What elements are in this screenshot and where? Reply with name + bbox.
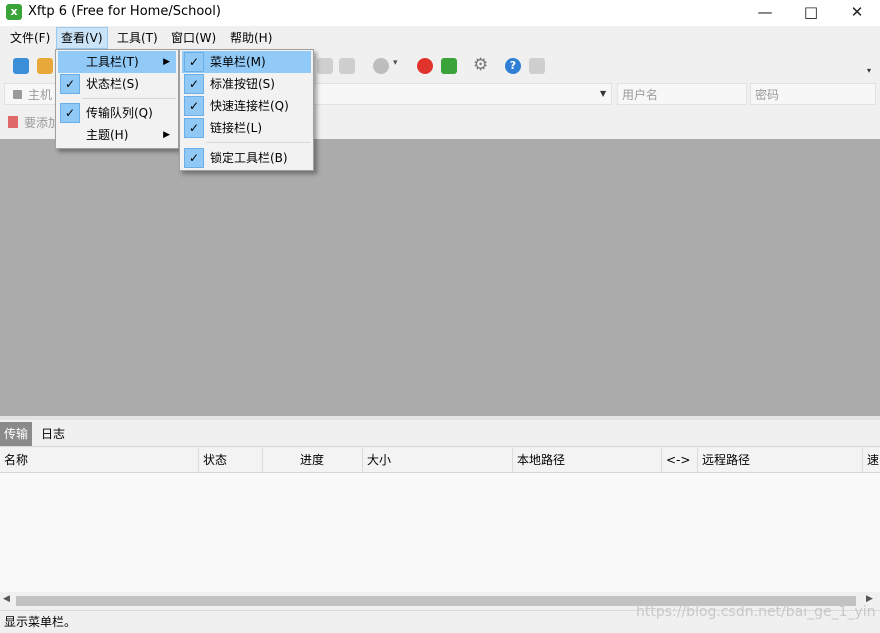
menu-window[interactable]: 窗口(W) xyxy=(167,28,220,48)
minimize-button[interactable]: — xyxy=(742,0,788,26)
maximize-button[interactable]: □ xyxy=(788,0,834,26)
toolbar-submenu-quick-connect[interactable]: ✓ 快速连接栏(Q) xyxy=(182,95,311,117)
column-progress[interactable]: 进度 xyxy=(263,448,363,472)
checkmark-icon: ✓ xyxy=(184,52,204,72)
toolbar-submenu-quick-connect-label: 快速连接栏(Q) xyxy=(210,99,289,113)
username-field[interactable]: 用户名 xyxy=(617,83,747,105)
submenu-arrow-icon: ▶ xyxy=(163,57,170,67)
toolbar-submenu-menubar-label: 菜单栏(M) xyxy=(210,55,266,69)
menu-separator xyxy=(82,98,176,99)
view-menu-dropdown: 工具栏(T) ▶ ✓ 状态栏(S) ✓ 传输队列(Q) 主题(H) ▶ xyxy=(55,49,179,149)
paste-icon[interactable] xyxy=(339,58,355,74)
status-text: 显示菜单栏。 xyxy=(4,615,77,629)
view-menu-theme[interactable]: 主题(H) ▶ xyxy=(58,124,176,146)
view-menu-theme-label: 主题(H) xyxy=(86,128,129,142)
chat-icon[interactable] xyxy=(529,58,545,74)
toolbar-submenu-linkbar[interactable]: ✓ 链接栏(L) xyxy=(182,117,311,139)
column-direction[interactable]: <-> xyxy=(662,448,698,472)
password-field[interactable]: 密码 xyxy=(750,83,876,105)
submenu-arrow-icon: ▶ xyxy=(163,130,170,140)
toolbar-submenu-standard-buttons[interactable]: ✓ 标准按钮(S) xyxy=(182,73,311,95)
checkmark-icon: ✓ xyxy=(184,148,204,168)
close-icon: ✕ xyxy=(850,3,864,21)
checkmark-icon: ✓ xyxy=(184,96,204,116)
xftp-icon[interactable] xyxy=(441,58,457,74)
scroll-right-icon[interactable]: ▶ xyxy=(866,594,873,604)
column-local-path[interactable]: 本地路径 xyxy=(513,448,662,472)
tab-transfer[interactable]: 传输 xyxy=(0,422,33,446)
toolbar-submenu: ✓ 菜单栏(M) ✓ 标准按钮(S) ✓ 快速连接栏(Q) ✓ 链接栏(L) ✓… xyxy=(179,49,314,171)
transfer-list[interactable] xyxy=(0,473,880,592)
menu-tools[interactable]: 工具(T) xyxy=(113,28,162,48)
column-speed[interactable]: 速 xyxy=(863,448,880,472)
menu-separator xyxy=(206,142,311,143)
minimize-icon: — xyxy=(757,3,773,21)
app-icon: x xyxy=(6,4,22,20)
xshell-icon[interactable] xyxy=(417,58,433,74)
close-button[interactable]: ✕ xyxy=(834,0,880,26)
lock-icon xyxy=(13,90,22,99)
toolbar-overflow-icon[interactable]: ▾ xyxy=(867,66,871,75)
checkmark-icon: ✓ xyxy=(60,74,80,94)
toolbar-submenu-lock[interactable]: ✓ 锁定工具栏(B) xyxy=(182,147,311,169)
view-menu-transfer-queue[interactable]: ✓ 传输队列(Q) xyxy=(58,102,176,124)
checkmark-icon: ✓ xyxy=(184,74,204,94)
toolbar-submenu-standard-buttons-label: 标准按钮(S) xyxy=(210,77,275,91)
view-menu-statusbar-label: 状态栏(S) xyxy=(86,77,139,91)
bookmark-icon xyxy=(8,116,18,128)
checkmark-icon: ✓ xyxy=(60,103,80,123)
view-menu-toolbar[interactable]: 工具栏(T) ▶ xyxy=(58,51,176,73)
host-placeholder: 主机 xyxy=(28,88,53,102)
column-status[interactable]: 状态 xyxy=(199,448,263,472)
scroll-left-icon[interactable]: ◀ xyxy=(3,594,10,604)
view-menu-toolbar-label: 工具栏(T) xyxy=(86,55,139,69)
tab-log[interactable]: 日志 xyxy=(37,422,69,446)
menu-help[interactable]: 帮助(H) xyxy=(226,28,276,48)
session-workspace xyxy=(0,139,880,416)
menu-view[interactable]: 查看(V) xyxy=(56,27,108,49)
transfer-tabs xyxy=(0,420,880,447)
view-menu-transfer-queue-label: 传输队列(Q) xyxy=(86,106,153,120)
column-remote-path[interactable]: 远程路径 xyxy=(698,448,863,472)
gear-icon[interactable]: ⚙ xyxy=(473,55,488,75)
maximize-icon: □ xyxy=(803,3,819,21)
watermark: https://blog.csdn.net/bai_ge_1_yin xyxy=(636,604,876,620)
new-session-icon[interactable] xyxy=(13,58,29,74)
menu-file[interactable]: 文件(F) xyxy=(6,28,54,48)
column-name[interactable]: 名称 xyxy=(0,448,199,472)
stop-icon[interactable] xyxy=(373,58,389,74)
checkmark-icon: ✓ xyxy=(184,118,204,138)
copy-icon[interactable] xyxy=(317,58,333,74)
chevron-down-icon[interactable]: ▾ xyxy=(393,58,398,68)
toolbar-submenu-linkbar-label: 链接栏(L) xyxy=(210,121,263,135)
help-icon[interactable]: ? xyxy=(505,58,521,74)
toolbar-submenu-menubar[interactable]: ✓ 菜单栏(M) xyxy=(182,51,311,73)
window-title: Xftp 6 (Free for Home/School) xyxy=(28,4,221,19)
column-size[interactable]: 大小 xyxy=(363,448,513,472)
open-folder-icon[interactable] xyxy=(37,58,53,74)
host-dropdown-icon[interactable]: ▼ xyxy=(600,89,606,98)
view-menu-statusbar[interactable]: ✓ 状态栏(S) xyxy=(58,73,176,95)
toolbar-submenu-lock-label: 锁定工具栏(B) xyxy=(210,151,288,165)
